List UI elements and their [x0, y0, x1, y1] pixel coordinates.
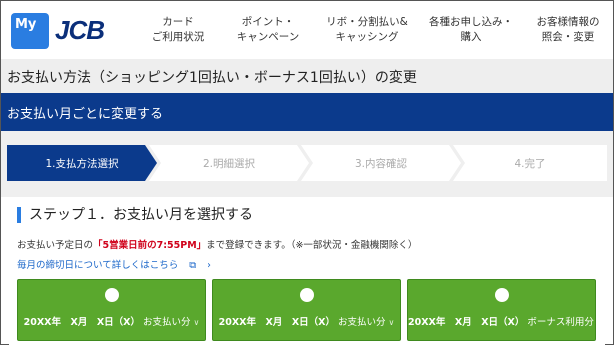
- nav-label-line2: キャッシング: [335, 31, 399, 43]
- step-label: 1.支払方法選択: [45, 157, 119, 170]
- nav-customer-info[interactable]: お客様情報の 照会・変更: [525, 15, 611, 45]
- nav-revolving-cashing[interactable]: リボ・分割払い& キャッシング: [315, 15, 419, 45]
- option-date: 20XX年 X月 X日（X）: [218, 317, 335, 328]
- step-progress: 1.支払方法選択 2.明細選択 3.内容確認 4.完了: [7, 145, 607, 181]
- step-label: 3.内容確認: [354, 157, 408, 170]
- payment-month-option-2[interactable]: 20XX年 X月 X日（X） お支払い分 ∨: [212, 279, 401, 341]
- option-type: お支払い分: [338, 317, 386, 328]
- nav-label-line2: 照会・変更: [541, 31, 595, 43]
- myjcb-logo[interactable]: My JCB: [11, 13, 121, 49]
- option-type: ボーナス利用分: [527, 317, 594, 328]
- step-card: ステップ１．お支払い月を選択する お支払い予定日の「5営業日前の7:55PM」ま…: [9, 197, 605, 345]
- logo-my-badge: My: [11, 13, 49, 49]
- nav-label-line1: リボ・分割払い&: [326, 16, 408, 28]
- nav-label-line2: ご利用状況: [151, 31, 205, 43]
- desc-text: お支払い予定日の: [17, 240, 94, 251]
- chevron-right-icon: ›: [207, 260, 211, 271]
- step-4: 4.完了: [453, 145, 607, 181]
- nav-label-line2: キャンペーン: [236, 31, 300, 43]
- site-header: My JCB カード ご利用状況 ポイント・ キャンペーン リボ・分割払い& キ…: [1, 1, 613, 59]
- payment-month-option-3[interactable]: 20XX年 X月 X日（X） ボーナス利用分 ∨: [407, 279, 603, 341]
- nav-points-campaign[interactable]: ポイント・ キャンペーン: [223, 15, 313, 45]
- step-heading: ステップ１．お支払い月を選択する: [17, 207, 253, 223]
- nav-applications[interactable]: 各種お申し込み・ 購入: [421, 15, 521, 45]
- nav-label-line1: お客様情報の: [536, 16, 600, 28]
- section-title: お支払い月ごとに変更する: [7, 107, 164, 122]
- radio-icon: [104, 288, 119, 302]
- chevron-down-icon: ∨: [388, 318, 395, 327]
- closing-date-link[interactable]: 毎月の締切日について詳しくはこちら ⧉ ›: [17, 257, 211, 271]
- payment-month-option-1[interactable]: 20XX年 X月 X日（X） お支払い分 ∨: [17, 279, 206, 341]
- option-type: お支払い分: [143, 317, 191, 328]
- link-label: 毎月の締切日について詳しくはこちら: [17, 260, 179, 271]
- option-date: 20XX年 X月 X日（X）: [408, 317, 525, 328]
- radio-icon: [299, 288, 314, 302]
- chevron-down-icon: ∨: [596, 318, 603, 327]
- nav-label-line1: カード: [162, 16, 194, 28]
- nav-label-line1: 各種お申し込み・: [429, 16, 513, 28]
- nav-label-line1: ポイント・: [241, 16, 295, 28]
- radio-icon: [494, 288, 509, 302]
- step-2: 2.明細選択: [149, 145, 309, 181]
- title-band: お支払い方法（ショッピング1回払い・ボーナス1回払い）の変更: [1, 59, 613, 93]
- step-3: 3.内容確認: [301, 145, 461, 181]
- chevron-down-icon: ∨: [193, 318, 200, 327]
- nav-label-line2: 購入: [460, 31, 482, 43]
- step-label: 4.完了: [514, 157, 546, 170]
- option-label: 20XX年 X月 X日（X） ボーナス利用分 ∨: [408, 314, 603, 328]
- nav-card-usage[interactable]: カード ご利用状況: [135, 15, 221, 45]
- steps-band: 1.支払方法選択 2.明細選択 3.内容確認 4.完了: [1, 131, 613, 197]
- section-band: お支払い月ごとに変更する: [1, 93, 613, 131]
- step-label: 2.明細選択: [202, 157, 256, 170]
- deadline-description: お支払い予定日の「5営業日前の7:55PM」まで登録できます。（※一部状況・金融…: [17, 237, 417, 251]
- option-label: 20XX年 X月 X日（X） お支払い分 ∨: [18, 314, 205, 328]
- page-title: お支払い方法（ショッピング1回払い・ボーナス1回払い）の変更: [7, 70, 417, 86]
- external-link-icon: ⧉: [189, 260, 197, 271]
- option-label: 20XX年 X月 X日（X） お支払い分 ∨: [213, 314, 400, 328]
- deadline-highlight: 「5営業日前の7:55PM」: [93, 240, 207, 251]
- option-date: 20XX年 X月 X日（X）: [23, 317, 140, 328]
- global-nav: カード ご利用状況 ポイント・ キャンペーン リボ・分割払い& キャッシング 各…: [131, 1, 613, 59]
- step-1-active: 1.支払方法選択: [7, 145, 157, 181]
- logo-jcb-text: JCB: [55, 15, 105, 45]
- desc-text: まで登録できます。（※一部状況・金融機関除く）: [206, 240, 418, 251]
